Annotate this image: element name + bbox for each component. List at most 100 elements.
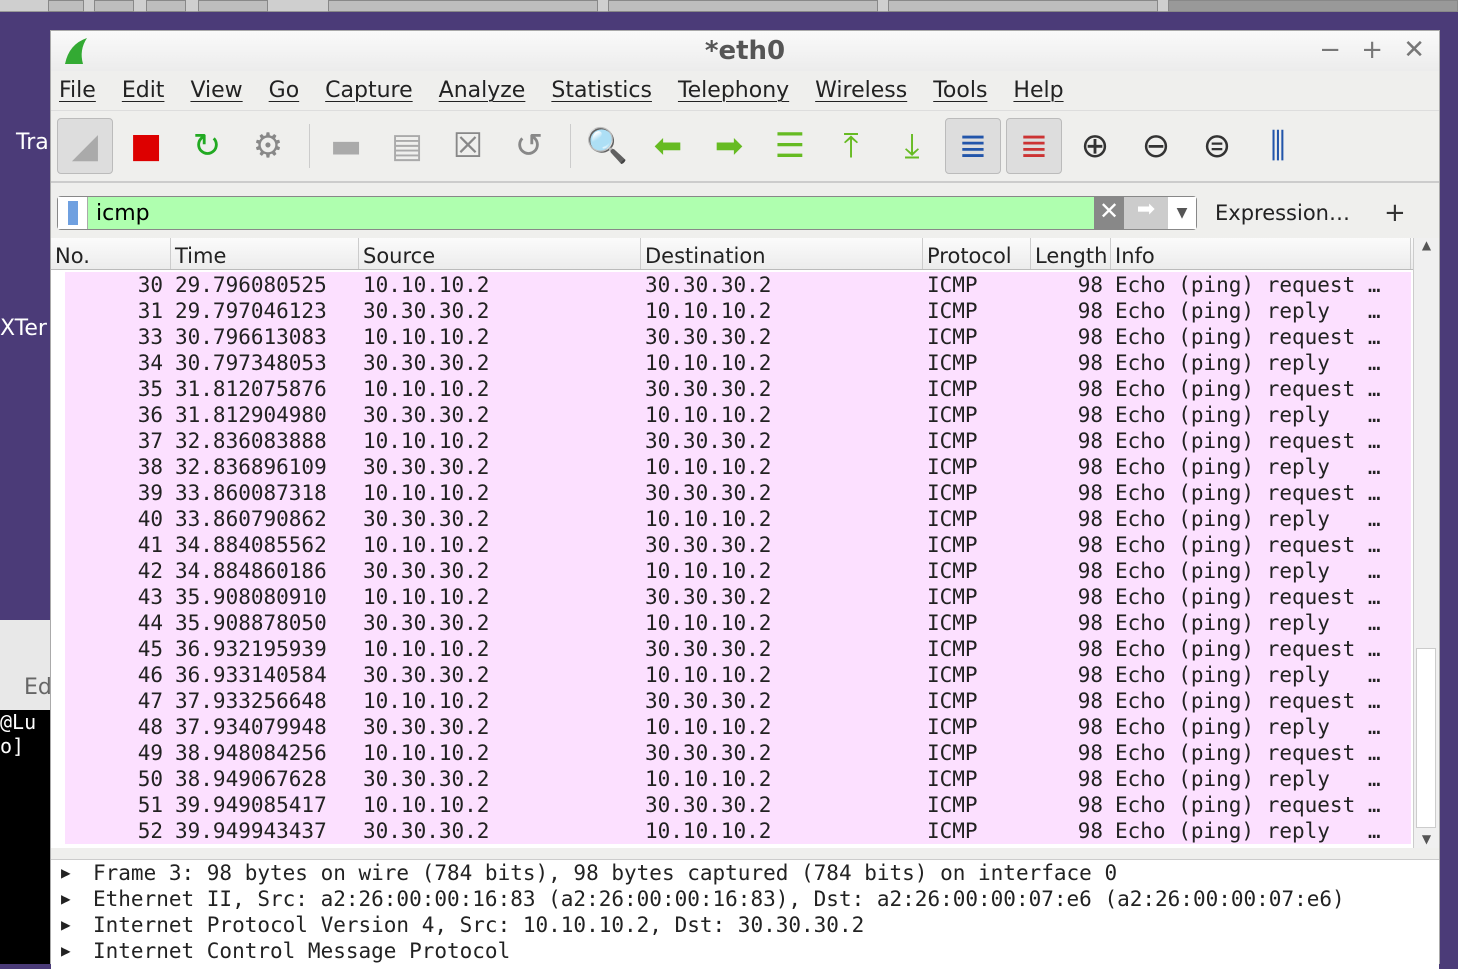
go-to-packet-button[interactable]: ☰ xyxy=(762,118,818,174)
packet-row[interactable]: 45 36.932195939 10.10.10.2 30.30.30.2 ICMP 98… xyxy=(65,636,1411,662)
cell-time: 39.949085417 xyxy=(175,793,327,817)
packet-row[interactable]: 30 29.796080525 10.10.10.2 30.30.30.2 ICMP 98… xyxy=(65,272,1411,298)
shark-fin-start-button[interactable]: ◢ xyxy=(57,118,113,174)
packet-row[interactable]: 36 31.812904980 30.30.30.2 10.10.10.2 ICMP 98… xyxy=(65,402,1411,428)
expand-triangle-icon[interactable]: ▶ xyxy=(61,938,93,964)
packet-row[interactable]: 43 35.908080910 10.10.10.2 30.30.30.2 ICMP 98… xyxy=(65,584,1411,610)
auto-scroll-button[interactable]: ≣ xyxy=(945,118,1001,174)
packet-row[interactable]: 33 30.796613083 10.10.10.2 30.30.30.2 ICMP 98… xyxy=(65,324,1411,350)
packet-row[interactable]: 50 38.949067628 30.30.30.2 10.10.10.2 ICMP 98… xyxy=(65,766,1411,792)
scroll-up-icon[interactable]: ▲ xyxy=(1414,238,1439,252)
menu-help[interactable]: Help xyxy=(1013,78,1063,103)
menu-statistics[interactable]: Statistics xyxy=(551,78,652,103)
minimize-button[interactable]: − xyxy=(1319,35,1341,65)
packet-row[interactable]: 31 29.797046123 30.30.30.2 10.10.10.2 ICMP 98… xyxy=(65,298,1411,324)
menu-analyze[interactable]: Analyze xyxy=(439,78,526,103)
menu-telephony[interactable]: Telephony xyxy=(678,78,789,103)
scrollbar-thumb[interactable] xyxy=(1416,648,1436,828)
reload-file-button[interactable]: ↺ xyxy=(501,118,557,174)
taskbar-launcher[interactable] xyxy=(198,0,268,12)
add-filter-button[interactable]: + xyxy=(1384,198,1406,228)
resize-columns-button[interactable]: ⫼ xyxy=(1250,118,1306,174)
packet-row[interactable]: 34 30.797348053 30.30.30.2 10.10.10.2 ICMP 98… xyxy=(65,350,1411,376)
packet-row[interactable]: 41 34.884085562 10.10.10.2 30.30.30.2 ICMP 98… xyxy=(65,532,1411,558)
column-header-info[interactable]: Info xyxy=(1111,238,1411,269)
expand-triangle-icon[interactable]: ▶ xyxy=(61,860,93,886)
taskbar-window[interactable] xyxy=(888,0,1158,12)
first-packet-button[interactable]: ⤒ xyxy=(823,118,879,174)
packet-row[interactable]: 40 33.860790862 30.30.30.2 10.10.10.2 ICMP 98… xyxy=(65,506,1411,532)
colorize-button[interactable]: ≣ xyxy=(1006,118,1062,174)
column-header-length[interactable]: Length xyxy=(1031,238,1111,269)
cell-source: 10.10.10.2 xyxy=(363,377,490,401)
packet-row[interactable]: 39 33.860087318 10.10.10.2 30.30.30.2 ICMP 98… xyxy=(65,480,1411,506)
vertical-scrollbar[interactable]: ▲ ▼ xyxy=(1413,238,1439,848)
maximize-button[interactable]: + xyxy=(1361,35,1383,65)
clear-filter-icon[interactable]: ✕ xyxy=(1094,197,1124,229)
taskbar-window[interactable] xyxy=(328,0,598,12)
cell-info: Echo (ping) request … xyxy=(1115,273,1381,297)
detail-tree-item[interactable]: ▶ Internet Protocol Version 4, Src: 10.10… xyxy=(51,912,1439,938)
cell-length: 98 xyxy=(1077,611,1103,635)
bookmark-icon[interactable] xyxy=(58,197,88,229)
taskbar-window[interactable] xyxy=(608,0,878,12)
column-header-time[interactable]: Time xyxy=(171,238,359,269)
find-packet-button[interactable]: 🔍 xyxy=(579,118,635,174)
packet-row[interactable]: 35 31.812075876 10.10.10.2 30.30.30.2 ICMP 98… xyxy=(65,376,1411,402)
packet-row[interactable]: 42 34.884860186 30.30.30.2 10.10.10.2 ICMP 98… xyxy=(65,558,1411,584)
column-header-no[interactable]: No. xyxy=(51,238,171,269)
save-file-button[interactable]: ▤ xyxy=(379,118,435,174)
menu-view[interactable]: View xyxy=(190,78,242,103)
cell-no: 51 xyxy=(137,793,163,817)
cell-info: Echo (ping) request … xyxy=(1115,793,1381,817)
packet-row[interactable]: 38 32.836896109 30.30.30.2 10.10.10.2 ICMP 98… xyxy=(65,454,1411,480)
packet-row[interactable]: 49 38.948084256 10.10.10.2 30.30.30.2 ICMP 98… xyxy=(65,740,1411,766)
taskbar-launcher[interactable] xyxy=(146,0,186,12)
menu-wireless[interactable]: Wireless xyxy=(815,78,907,103)
menu-file[interactable]: File xyxy=(59,78,96,103)
packet-row[interactable]: 51 39.949085417 10.10.10.2 30.30.30.2 ICMP 98… xyxy=(65,792,1411,818)
reload-file-icon: ↺ xyxy=(514,126,544,166)
expression-button[interactable]: Expression… xyxy=(1215,201,1350,225)
menu-tools[interactable]: Tools xyxy=(933,78,987,103)
detail-tree-item[interactable]: ▶ Ethernet II, Src: a2:26:00:00:16:83 (a2… xyxy=(51,886,1439,912)
apply-filter-arrow-icon[interactable]: ➡ xyxy=(1124,197,1168,229)
expand-triangle-icon[interactable]: ▶ xyxy=(61,886,93,912)
close-file-button[interactable]: ☒ xyxy=(440,118,496,174)
go-forward-button[interactable]: ➡ xyxy=(701,118,757,174)
last-packet-button[interactable]: ⤓ xyxy=(884,118,940,174)
packet-row[interactable]: 37 32.836083888 10.10.10.2 30.30.30.2 ICMP 98… xyxy=(65,428,1411,454)
menu-go[interactable]: Go xyxy=(269,78,300,103)
packet-row[interactable]: 48 37.934079948 30.30.30.2 10.10.10.2 ICMP 98… xyxy=(65,714,1411,740)
menu-edit[interactable]: Edit xyxy=(122,78,165,103)
go-back-button[interactable]: ⬅ xyxy=(640,118,696,174)
open-file-button[interactable]: ▬ xyxy=(318,118,374,174)
detail-tree-item[interactable]: ▶ Frame 3: 98 bytes on wire (784 bits), 9… xyxy=(51,860,1439,886)
capture-options-gear-button[interactable]: ⚙ xyxy=(240,118,296,174)
column-header-destination[interactable]: Destination xyxy=(641,238,923,269)
zoom-reset-button[interactable]: ⊜ xyxy=(1189,118,1245,174)
restart-capture-button[interactable]: ↻ xyxy=(179,118,235,174)
packet-row[interactable]: 46 36.933140584 30.30.30.2 10.10.10.2 ICMP 98… xyxy=(65,662,1411,688)
zoom-in-button[interactable]: ⊕ xyxy=(1067,118,1123,174)
cell-no: 52 xyxy=(137,819,163,843)
packet-row[interactable]: 47 37.933256648 10.10.10.2 30.30.30.2 ICMP 98… xyxy=(65,688,1411,714)
title-bar[interactable]: *eth0 − + ✕ xyxy=(51,31,1439,71)
scroll-down-icon[interactable]: ▼ xyxy=(1414,832,1439,846)
column-header-protocol[interactable]: Protocol xyxy=(923,238,1031,269)
filter-text[interactable]: icmp xyxy=(88,201,1094,226)
packet-row[interactable]: 44 35.908878050 30.30.30.2 10.10.10.2 ICMP 98… xyxy=(65,610,1411,636)
column-header-source[interactable]: Source xyxy=(359,238,641,269)
taskbar-launcher[interactable] xyxy=(48,0,84,12)
close-button[interactable]: ✕ xyxy=(1403,35,1425,65)
stop-capture-button[interactable]: ■ xyxy=(118,118,174,174)
filter-history-chevron-down-icon[interactable]: ▼ xyxy=(1168,197,1196,229)
packet-row[interactable]: 52 39.949943437 30.30.30.2 10.10.10.2 ICMP 98… xyxy=(65,818,1411,844)
detail-tree-item[interactable]: ▶ Internet Control Message Protocol xyxy=(51,938,1439,964)
taskbar-launcher[interactable] xyxy=(94,0,134,12)
expand-triangle-icon[interactable]: ▶ xyxy=(61,912,93,938)
menu-capture[interactable]: Capture xyxy=(325,78,412,103)
zoom-out-button[interactable]: ⊖ xyxy=(1128,118,1184,174)
display-filter-input[interactable]: icmp ✕ ➡ ▼ xyxy=(57,196,1197,230)
taskbar-window-active[interactable] xyxy=(1168,0,1458,12)
